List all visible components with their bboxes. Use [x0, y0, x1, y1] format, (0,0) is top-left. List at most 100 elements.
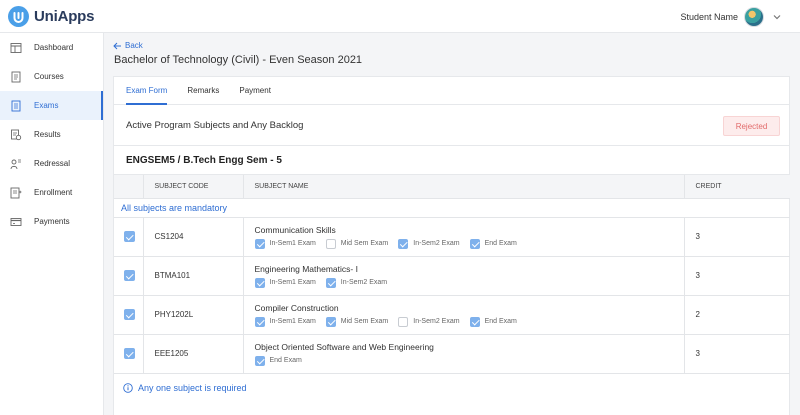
user-menu[interactable]: Student Name [680, 0, 782, 33]
subject-code: BTMA101 [143, 256, 244, 296]
sidebar-item-payments[interactable]: Payments [0, 207, 103, 236]
app-name: UniApps [34, 7, 95, 25]
select-cell [114, 334, 144, 374]
exam-option[interactable]: End Exam [254, 355, 302, 366]
exam-checkbox[interactable] [254, 277, 265, 288]
subjects-table: SUBJECT CODE SUBJECT NAME CREDIT All sub… [114, 175, 790, 374]
tab-exam-form[interactable]: Exam Form [126, 77, 168, 105]
exam-checkbox[interactable] [398, 316, 409, 327]
select-cell [114, 217, 144, 257]
sidebar-item-label: Courses [34, 72, 64, 81]
sidebar-item-label: Redressal [34, 159, 71, 168]
select-cell [114, 295, 144, 335]
subject-checkbox[interactable] [124, 231, 135, 242]
exam-options: In-Sem1 Exam Mid Sem Exam In-Sem2 Exam End … [254, 316, 684, 327]
subject-name: Object Oriented Software and Web Enginee… [254, 341, 434, 352]
chevron-down-icon[interactable] [772, 12, 782, 22]
exams-icon [11, 100, 21, 111]
tab-bar: Exam Form Remarks Payment [114, 77, 789, 105]
subject-code: CS1204 [143, 217, 244, 257]
exam-label: Mid Sem Exam [340, 318, 389, 325]
dashboard-icon [10, 42, 22, 53]
enrollment-icon [10, 187, 22, 198]
sidebar-item-label: Enrollment [34, 188, 73, 197]
column-header: SUBJECT NAME [243, 175, 685, 199]
subject-cell: Communication Skills In-Sem1 Exam Mid Sem … [243, 217, 685, 257]
sidebar-item-courses[interactable]: Courses [0, 62, 103, 91]
exam-option[interactable]: Mid Sem Exam [325, 316, 389, 327]
subject-name: Communication Skills [254, 224, 336, 235]
sidebar-item-results[interactable]: Results [0, 120, 103, 149]
exam-label: In-Sem1 Exam [269, 279, 316, 286]
exam-label: In-Sem2 Exam [413, 240, 460, 247]
exam-label: End Exam [269, 357, 302, 364]
select-column-header [114, 175, 144, 199]
exam-label: In-Sem1 Exam [269, 240, 316, 247]
exam-label: In-Sem2 Exam [413, 318, 460, 325]
exam-option[interactable]: In-Sem1 Exam [254, 316, 316, 327]
info-icon [123, 382, 133, 393]
sidebar-item-exams[interactable]: Exams [0, 91, 103, 120]
exam-checkbox[interactable] [325, 316, 336, 327]
app-logo[interactable]: UniApps [8, 5, 95, 27]
tab-remarks[interactable]: Remarks [187, 77, 219, 104]
exam-checkbox[interactable] [254, 238, 265, 249]
exam-checkbox[interactable] [325, 238, 336, 249]
sidebar-item-dashboard[interactable]: Dashboard [0, 33, 103, 62]
section-header: Active Program Subjects and Any Backlog … [114, 105, 789, 146]
subject-cell: Object Oriented Software and Web Enginee… [243, 334, 685, 374]
exam-label: In-Sem2 Exam [340, 279, 388, 286]
table-row: BTMA101 Engineering Mathematics- I In-Sem1… [114, 256, 790, 296]
tab-payment[interactable]: Payment [239, 77, 271, 104]
exam-checkbox[interactable] [469, 316, 480, 327]
exam-checkbox[interactable] [398, 238, 409, 249]
credit: 2 [684, 295, 790, 335]
exam-option[interactable]: In-Sem2 Exam [398, 316, 460, 327]
exam-card: Exam Form Remarks Payment Active Program S… [113, 76, 790, 415]
subject-code: EEE1205 [143, 334, 244, 374]
exam-option[interactable]: In-Sem2 Exam [325, 277, 388, 288]
exam-option[interactable]: End Exam [469, 238, 517, 249]
exam-label: In-Sem1 Exam [269, 318, 316, 325]
sidebar-item-enrollment[interactable]: Enrollment [0, 178, 103, 207]
subject-checkbox[interactable] [124, 270, 135, 281]
exam-option[interactable]: In-Sem1 Exam [254, 238, 316, 249]
exam-option[interactable]: In-Sem1 Exam [254, 277, 316, 288]
column-header: SUBJECT CODE [143, 175, 244, 199]
sidebar-item-redressal[interactable]: Redressal [0, 149, 103, 178]
sidebar-item-label: Dashboard [34, 43, 74, 52]
exam-option[interactable]: In-Sem2 Exam [398, 238, 460, 249]
avatar[interactable] [744, 6, 764, 27]
subject-checkbox[interactable] [124, 348, 135, 359]
table-row: PHY1202L Compiler Construction In-Sem1 Exa… [114, 295, 790, 335]
table-row: CS1204 Communication Skills In-Sem1 Exam Mi… [114, 217, 790, 257]
page-title: Bachelor of Technology (Civil) - Even Se… [114, 54, 363, 66]
credit: 3 [684, 334, 790, 374]
arrow-left-icon [113, 42, 121, 49]
exam-checkbox[interactable] [469, 238, 480, 249]
subject-cell: Engineering Mathematics- I In-Sem1 Exam In… [243, 256, 685, 296]
courses-icon [11, 71, 21, 82]
subject-code: PHY1202L [143, 295, 244, 335]
sidebar-item-label: Exams [34, 101, 59, 110]
exam-option[interactable]: End Exam [469, 316, 517, 327]
exam-checkbox[interactable] [254, 316, 265, 327]
back-link[interactable]: Back [113, 41, 143, 50]
note-text: Any one subject is required [138, 382, 247, 393]
exam-options: End Exam [254, 355, 684, 366]
group-label: All subjects are mandatory [114, 198, 790, 218]
subject-cell: Compiler Construction In-Sem1 Exam Mid Sem… [243, 295, 685, 335]
subject-name: Engineering Mathematics- I [254, 263, 358, 274]
exam-checkbox[interactable] [325, 277, 336, 288]
section-title: Active Program Subjects and Any Backlog [126, 119, 304, 131]
exam-options: In-Sem1 Exam Mid Sem Exam In-Sem2 Exam End … [254, 238, 684, 249]
subject-checkbox[interactable] [124, 309, 135, 320]
user-name: Student Name [680, 11, 738, 22]
status-badge: Rejected [723, 116, 780, 136]
sidebar-item-label: Payments [34, 217, 70, 226]
exam-option[interactable]: Mid Sem Exam [325, 238, 388, 249]
credit: 3 [684, 217, 790, 257]
logo-icon [8, 5, 29, 27]
program-title: ENGSEM5 / B.Tech Engg Sem - 5 [114, 146, 789, 175]
exam-checkbox[interactable] [254, 355, 265, 366]
